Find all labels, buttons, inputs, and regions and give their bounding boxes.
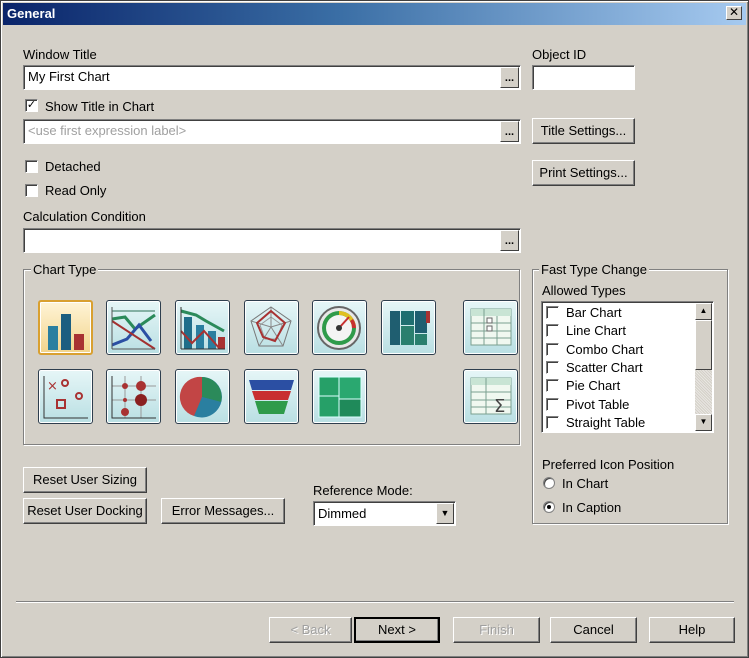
list-item[interactable]: Scatter Chart: [545, 359, 695, 377]
show-title-label: Show Title in Chart: [45, 99, 155, 114]
list-item-label: Line Chart: [566, 323, 626, 338]
chart-type-label: Chart Type: [31, 262, 99, 277]
list-item[interactable]: Combo Chart: [545, 341, 695, 359]
gauge-chart-icon[interactable]: [312, 300, 367, 355]
fast-type-change-label: Fast Type Change: [539, 262, 649, 277]
footer-divider: [16, 601, 734, 603]
title-expression-browse-button[interactable]: ...: [500, 121, 519, 142]
pivot-table-icon[interactable]: [463, 300, 518, 355]
window-title-browse-button[interactable]: ...: [500, 67, 519, 88]
list-item-label: Scatter Chart: [566, 360, 643, 375]
in-caption-label: In Caption: [562, 500, 622, 515]
list-item-label: Combo Chart: [566, 342, 644, 357]
object-id-label: Object ID: [532, 47, 587, 62]
list-item[interactable]: Pivot Table: [545, 396, 695, 414]
detached-label: Detached: [45, 159, 101, 174]
line-chart-type-checkbox[interactable]: [546, 324, 559, 337]
error-messages-button[interactable]: Error Messages...: [161, 498, 285, 524]
title-settings-button[interactable]: Title Settings...: [532, 118, 635, 144]
cancel-button[interactable]: Cancel: [550, 617, 637, 643]
list-scrollbar[interactable]: ▲ ▼: [695, 303, 712, 431]
in-caption-radio[interactable]: [543, 501, 555, 513]
scroll-thumb[interactable]: [695, 320, 712, 370]
straight-table-type-checkbox[interactable]: [546, 416, 559, 429]
allowed-types-list[interactable]: Bar Chart Line Chart Combo Chart Scatter…: [541, 301, 714, 433]
help-button[interactable]: Help: [649, 617, 735, 643]
straight-table-icon[interactable]: Σ: [463, 369, 518, 424]
combo-chart-type-checkbox[interactable]: [546, 343, 559, 356]
preferred-icon-position-label: Preferred Icon Position: [542, 457, 675, 472]
radio-selected-dot: [547, 505, 551, 509]
back-button[interactable]: < Back: [269, 617, 352, 643]
mekko-chart-icon[interactable]: [381, 300, 436, 355]
grid-chart-icon[interactable]: [106, 369, 161, 424]
funnel-chart-icon[interactable]: [244, 369, 299, 424]
window-title-label: Window Title: [23, 47, 97, 62]
scroll-down-icon[interactable]: ▼: [695, 414, 712, 431]
reference-mode-value: Dimmed: [318, 506, 367, 521]
list-item-label: Pivot Table: [566, 397, 630, 412]
reference-mode-label: Reference Mode:: [313, 483, 413, 498]
in-chart-label: In Chart: [562, 476, 609, 491]
title-expression-input[interactable]: <use first expression label> ...: [23, 119, 521, 144]
object-id-input[interactable]: [532, 65, 635, 90]
list-item[interactable]: Line Chart: [545, 322, 695, 340]
line-chart-icon[interactable]: [106, 300, 161, 355]
pivot-table-type-checkbox[interactable]: [546, 398, 559, 411]
finish-button[interactable]: Finish: [453, 617, 540, 643]
chevron-down-icon[interactable]: ▼: [436, 503, 454, 524]
close-icon[interactable]: ✕: [726, 6, 742, 20]
calculation-condition-label: Calculation Condition: [23, 209, 146, 224]
window-title-input[interactable]: My First Chart ...: [23, 65, 521, 90]
scatter-chart-type-checkbox[interactable]: [546, 361, 559, 374]
detached-checkbox[interactable]: [25, 160, 38, 173]
title-expression-placeholder: <use first expression label>: [28, 123, 187, 138]
scatter-chart-icon[interactable]: ×: [38, 369, 93, 424]
reset-user-docking-button[interactable]: Reset User Docking: [23, 498, 147, 524]
window-title-value: My First Chart: [28, 69, 110, 84]
scroll-up-icon[interactable]: ▲: [695, 303, 712, 320]
list-item[interactable]: Bar Chart: [545, 304, 695, 322]
list-item-label: Pie Chart: [566, 378, 621, 393]
reset-user-sizing-button[interactable]: Reset User Sizing: [23, 467, 147, 493]
print-settings-button[interactable]: Print Settings...: [532, 160, 635, 186]
dialog-title: General: [7, 6, 56, 21]
in-chart-radio[interactable]: [543, 477, 555, 489]
list-item[interactable]: Pie Chart: [545, 377, 695, 395]
list-item[interactable]: Straight Table: [545, 414, 695, 432]
allowed-types-label: Allowed Types: [542, 283, 626, 298]
calculation-condition-browse-button[interactable]: ...: [500, 230, 519, 251]
svg-text:Σ: Σ: [494, 396, 505, 417]
combo-chart-icon[interactable]: [175, 300, 230, 355]
pie-chart-icon[interactable]: [175, 369, 230, 424]
bar-chart-type-checkbox[interactable]: [546, 306, 559, 319]
svg-text:×: ×: [47, 379, 58, 394]
radar-chart-icon[interactable]: [244, 300, 299, 355]
block-chart-icon[interactable]: [312, 369, 367, 424]
bar-chart-icon[interactable]: [38, 300, 93, 355]
read-only-label: Read Only: [45, 183, 107, 198]
read-only-checkbox[interactable]: [25, 184, 38, 197]
next-button[interactable]: Next >: [354, 617, 440, 643]
list-item-label: Bar Chart: [566, 305, 622, 320]
show-title-checkbox[interactable]: ✓: [25, 99, 38, 112]
list-item-label: Straight Table: [566, 415, 646, 430]
reference-mode-select[interactable]: Dimmed ▼: [313, 501, 456, 526]
general-dialog: General ✕ Window Title My First Chart ..…: [0, 0, 749, 658]
title-bar: General ✕: [3, 3, 746, 25]
calculation-condition-input[interactable]: ...: [23, 228, 521, 253]
pie-chart-type-checkbox[interactable]: [546, 379, 559, 392]
